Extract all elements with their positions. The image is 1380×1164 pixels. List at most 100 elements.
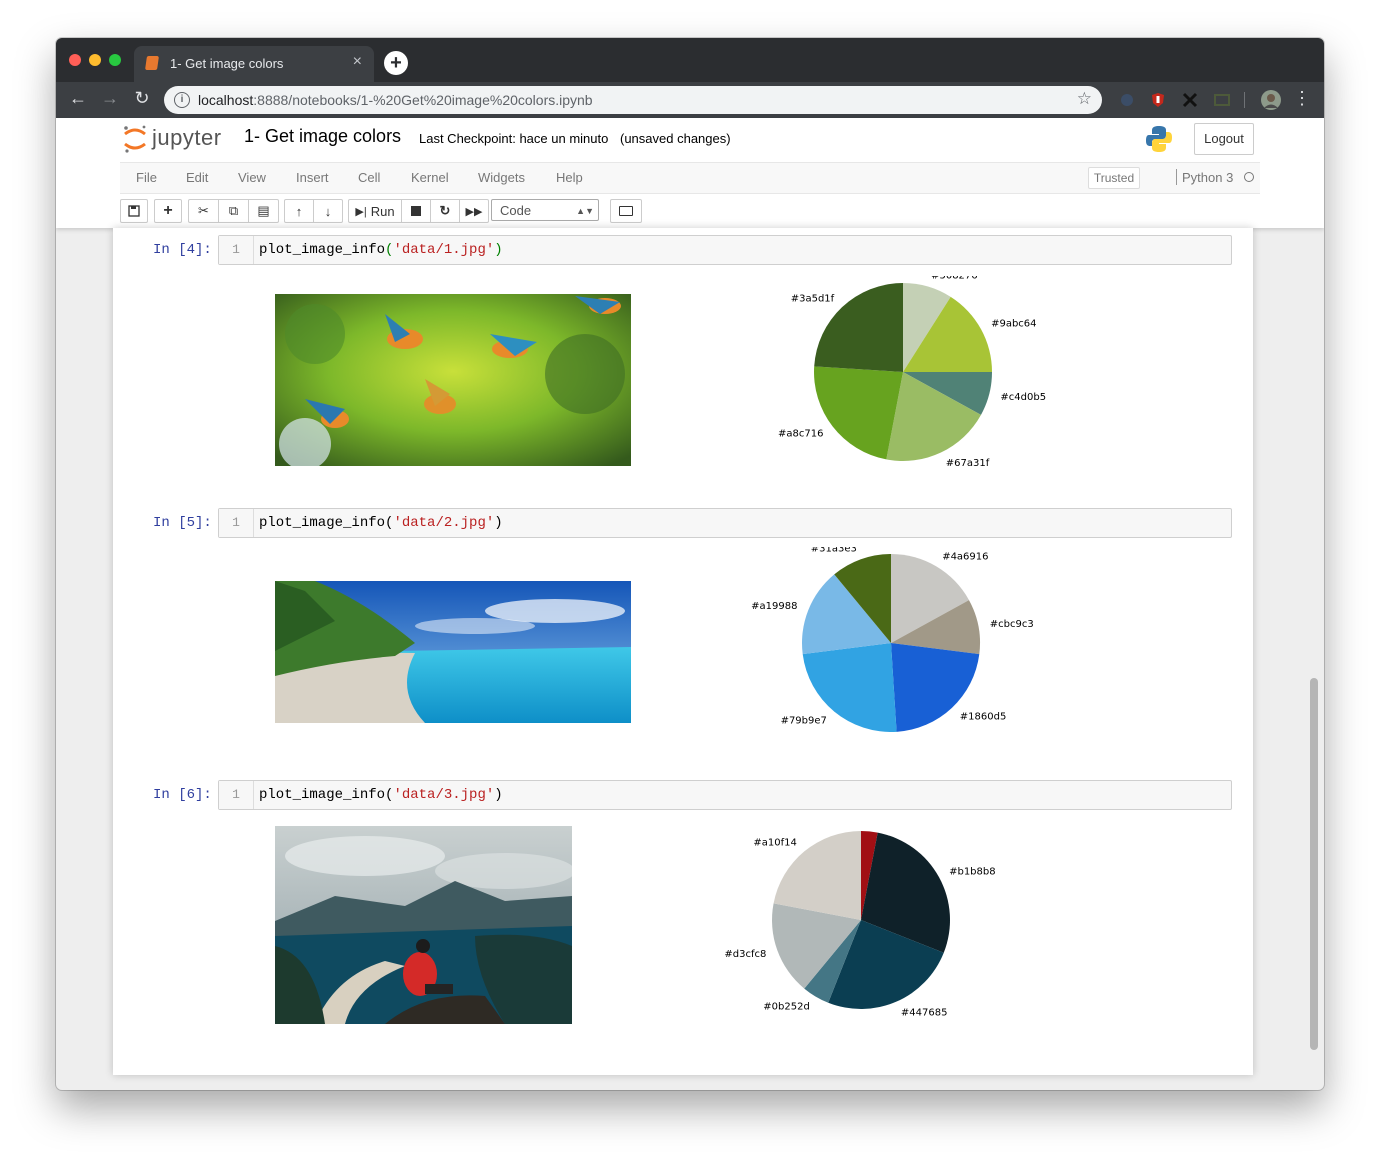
interrupt-button[interactable] — [401, 200, 430, 222]
profile-avatar[interactable] — [1261, 90, 1281, 110]
input-prompt: In [4]: — [153, 242, 212, 258]
pie-svg: #094359 #b1b8b8 #447685 #0b252d #d3cfc8 #a10f… — [724, 815, 995, 1018]
reload-icon[interactable]: ↻ — [130, 88, 154, 109]
menu-kernel[interactable]: Kernel — [411, 170, 449, 185]
paste-button[interactable]: ▤ — [248, 200, 278, 222]
minimize-window-button[interactable] — [89, 54, 101, 66]
string-arg: 'data/2.jpg' — [393, 515, 495, 531]
arrow-down-icon: ↓ — [324, 203, 332, 219]
menu-file[interactable]: File — [136, 170, 157, 185]
url-path: :8888/notebooks/1-%20Get%20image%20color… — [253, 92, 593, 108]
trusted-badge[interactable]: Trusted — [1088, 167, 1140, 189]
pie-slice-label: #508276 — [931, 276, 978, 281]
pie-slice-label: #a8c716 — [778, 429, 823, 440]
cut-button[interactable]: ✂ — [189, 200, 218, 222]
maximize-window-button[interactable] — [109, 54, 121, 66]
run-button[interactable]: ▶| Run — [349, 200, 401, 222]
browser-menu-icon[interactable]: ⋮ — [1290, 88, 1314, 109]
menu-insert[interactable]: Insert — [296, 170, 329, 185]
close-window-button[interactable] — [69, 54, 81, 66]
pie-chart-3: #094359 #b1b8b8 #447685 #0b252d #d3cfc8 #a10f… — [709, 815, 1009, 1025]
paste-icon: ▤ — [257, 203, 270, 218]
pie-slice-label: #79b9e7 — [781, 716, 827, 727]
input-prompt: In [6]: — [153, 787, 212, 803]
extension-puzzle-icon[interactable] — [1119, 92, 1135, 108]
save-button-group — [120, 199, 148, 223]
line-number: 1 — [219, 236, 254, 264]
pie-slice-label: #0b252d — [763, 1002, 810, 1013]
notebook-container: In [4]: 1 plot_image_info('data/1.jpg') — [113, 228, 1253, 1075]
step-forward-icon: ▶| — [355, 205, 367, 218]
bookmark-star-icon[interactable]: ☆ — [1077, 89, 1092, 109]
arrow-up-icon: ↑ — [295, 203, 303, 219]
output-image-kingfishers — [275, 294, 631, 466]
move-button-group: ↑ ↓ — [284, 199, 343, 223]
ublock-shield-icon[interactable] — [1150, 92, 1166, 108]
cell-type-value: Code — [500, 203, 532, 218]
kernel-idle-icon — [1244, 172, 1254, 182]
restart-run-all-button[interactable]: ▶▶ — [459, 200, 488, 222]
insert-cell-button[interactable]: + — [155, 200, 181, 222]
url-host: localhost — [198, 92, 254, 108]
pie-chart-1: #508276 #9abc64 #c4d0b5 #67a31f #a8c716 #3a5d… — [751, 270, 1051, 477]
back-arrow-icon[interactable]: ← — [66, 88, 90, 109]
fast-forward-icon: ▶▶ — [465, 205, 483, 218]
code-cell[interactable]: 1 plot_image_info('data/1.jpg') — [218, 235, 1232, 265]
pie-slice-label: #3a5d1f — [791, 294, 835, 305]
restart-button[interactable]: ↻ — [430, 200, 459, 222]
pie-slice-label: #d3cfc8 — [724, 949, 766, 960]
pie-slice-label: #31a3e3 — [811, 547, 857, 554]
address-bar[interactable]: i localhost:8888/notebooks/1-%20Get%20im… — [164, 86, 1102, 114]
plus-icon: + — [163, 202, 173, 219]
code-line: plot_image_info('data/3.jpg') — [259, 787, 503, 803]
string-arg: 'data/3.jpg' — [393, 787, 495, 803]
menu-view[interactable]: View — [238, 170, 266, 185]
stop-icon — [411, 206, 421, 216]
logout-button[interactable]: Logout — [1194, 123, 1254, 155]
notebook-title[interactable]: 1- Get image colors — [244, 126, 401, 147]
function-name: plot_image_info — [259, 787, 386, 803]
jupyter-logo-text: jupyter — [152, 125, 222, 150]
input-prompt: In [5]: — [153, 515, 212, 531]
python-logo-icon — [1146, 126, 1172, 152]
select-arrows-icon: ▲▼ — [576, 206, 594, 216]
tools-cross-icon[interactable] — [1182, 92, 1198, 108]
paren-close: ) — [494, 515, 503, 531]
kernel-name: Python 3 — [1182, 170, 1234, 185]
info-icon[interactable]: i — [174, 92, 190, 108]
browser-toolbar: ← → ↻ i localhost:8888/notebooks/1-%20Ge… — [56, 82, 1324, 118]
line-number: 1 — [219, 781, 254, 809]
pie-chart-2: #4a6916 #cbc9c3 #1860d5 #79b9e7 #a19988 #31a3… — [739, 543, 1039, 748]
paren-close: ) — [494, 787, 503, 803]
move-down-button[interactable]: ↓ — [313, 200, 342, 222]
forward-arrow-icon[interactable]: → — [98, 88, 122, 109]
new-tab-button[interactable]: + — [384, 51, 408, 75]
unsaved-status: (unsaved changes) — [620, 131, 731, 146]
pie-slice-label: #67a31f — [946, 458, 990, 469]
menu-cell[interactable]: Cell — [358, 170, 380, 185]
jupyter-logo-icon[interactable] — [122, 124, 148, 154]
paren-close: ) — [494, 242, 503, 258]
browser-tab[interactable]: 1- Get image colors × — [134, 46, 374, 82]
function-name: plot_image_info — [259, 515, 386, 531]
save-button[interactable] — [121, 200, 147, 222]
code-cell[interactable]: 1 plot_image_info('data/3.jpg') — [218, 780, 1232, 810]
cell-type-select[interactable]: Code ▲▼ — [491, 199, 599, 221]
tab-bar: 1- Get image colors × + — [56, 38, 1324, 82]
url-text: localhost:8888/notebooks/1-%20Get%20imag… — [198, 92, 593, 108]
pie-slice-label: #a19988 — [751, 601, 797, 612]
command-palette-button[interactable] — [611, 200, 641, 222]
copy-button[interactable]: ⧉ — [218, 200, 248, 222]
menu-help[interactable]: Help — [556, 170, 583, 185]
string-arg: 'data/1.jpg' — [393, 242, 495, 258]
menu-widgets[interactable]: Widgets — [478, 170, 525, 185]
code-cell[interactable]: 1 plot_image_info('data/2.jpg') — [218, 508, 1232, 538]
cast-screen-icon[interactable] — [1214, 92, 1230, 108]
page-scrollbar[interactable] — [1310, 678, 1318, 1050]
menu-bar: File Edit View Insert Cell Kernel Widget… — [120, 162, 1260, 194]
jupyter-header: jupyter 1- Get image colors Last Checkpo… — [56, 118, 1324, 228]
tab-close-icon[interactable]: × — [353, 53, 362, 71]
keyboard-icon — [619, 206, 633, 216]
move-up-button[interactable]: ↑ — [285, 200, 313, 222]
menu-edit[interactable]: Edit — [186, 170, 208, 185]
